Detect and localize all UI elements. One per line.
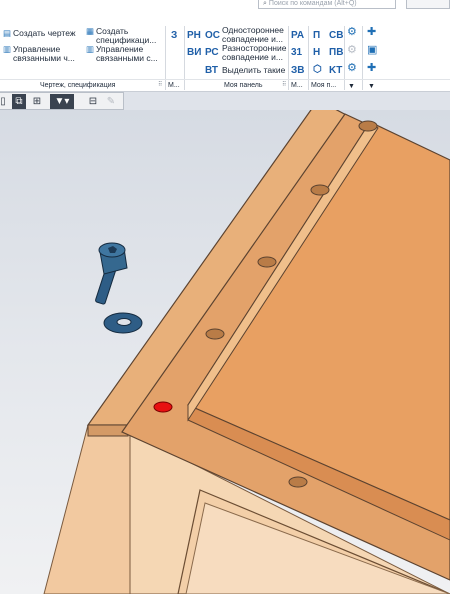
model-tree-toolbar: ▯ ⧉ ⊞ ▼▾ ⊟ ✎: [0, 92, 124, 110]
command-os-button[interactable]: ОС: [205, 30, 220, 41]
group-separator: [288, 26, 289, 90]
command-pv-button[interactable]: ПВ: [329, 47, 343, 58]
create-drawing-button[interactable]: ▤ Создать чертеж: [3, 29, 76, 38]
ribbon-group-bar: [0, 79, 450, 80]
spec-icon: ▦: [86, 26, 95, 36]
add-part-icon[interactable]: ✚: [367, 63, 376, 74]
create-drawing-label: Создать чертеж: [13, 28, 76, 38]
washer[interactable]: [103, 312, 143, 334]
two-sided-match-button[interactable]: Разносторонние совпадение и...: [222, 44, 286, 62]
group-expander-icon[interactable]: ⠿: [282, 81, 286, 88]
hole[interactable]: [205, 328, 225, 340]
tree-view-icon[interactable]: ▯: [0, 94, 10, 109]
group-separator: [344, 26, 345, 90]
group-label-my-panel: Моя панель: [224, 82, 263, 89]
manage-linked-label-2: связанными ч...: [13, 53, 75, 63]
group-label-m2: М...: [291, 82, 303, 89]
add-component-icon[interactable]: ✚: [367, 27, 376, 38]
command-zv-button[interactable]: ЗВ: [291, 65, 305, 76]
select-same-button[interactable]: Выделить такие: [222, 66, 285, 75]
command-kt-button[interactable]: KT: [329, 65, 342, 76]
command-z-button[interactable]: З: [171, 30, 177, 41]
disabled-assembly-icon: ⚙: [347, 44, 357, 56]
group-label-my-p: Моя п...: [311, 82, 337, 89]
command-p-button[interactable]: П: [313, 30, 320, 41]
3d-viewport[interactable]: [0, 110, 450, 594]
ribbon: ⌕ Поиск по командам (Alt+Q) ▤ Создать черт…: [0, 0, 450, 92]
insert-view-icon[interactable]: ▣: [367, 45, 377, 56]
command-vi-button[interactable]: ВИ: [187, 47, 201, 58]
drawing-icon: ▤: [3, 28, 12, 38]
one-sided-match-button[interactable]: Одностороннее совпадение и...: [222, 26, 284, 44]
manage-spec-label-2: связанными с...: [96, 53, 158, 63]
group-separator: [308, 26, 309, 90]
search-input[interactable]: Поиск по командам (Alt+Q): [269, 0, 357, 7]
command-pa-button[interactable]: PA: [291, 30, 304, 41]
highlighted-hole[interactable]: [153, 401, 173, 413]
command-31-button[interactable]: 31: [291, 47, 302, 58]
command-sv-button[interactable]: CB: [329, 30, 343, 41]
group-separator: [362, 26, 363, 90]
filter-tree-icon[interactable]: ⧉: [12, 94, 26, 109]
manage-linked-drawings-button[interactable]: ▥ Управление связанными ч...: [3, 45, 75, 63]
window-controls[interactable]: [406, 0, 450, 9]
group-separator: [165, 26, 166, 90]
hole[interactable]: [358, 120, 378, 132]
group-label-m1: М...: [168, 82, 180, 89]
cube-icon[interactable]: ⬡: [313, 64, 322, 75]
group-label-drawing-spec: Чертеж, спецификация: [40, 82, 116, 89]
assembly-settings-icon[interactable]: ⚙: [347, 27, 357, 38]
eraser-icon: ✎: [106, 96, 116, 107]
group-separator: [184, 26, 185, 90]
manage-linked-spec-button[interactable]: ▥ Управление связанными с...: [86, 45, 158, 63]
structure-icon[interactable]: ⊞: [30, 94, 44, 109]
two-sided-label-2: совпадение и...: [222, 52, 283, 62]
linked-drawings-icon: ▥: [3, 44, 12, 54]
command-vt-button[interactable]: ВТ: [205, 65, 218, 76]
group-expander-icon[interactable]: ⠿: [158, 81, 162, 88]
linked-spec-icon: ▥: [86, 44, 95, 54]
hole[interactable]: [288, 476, 308, 488]
component-icon[interactable]: ⚙: [347, 63, 357, 74]
create-spec-button[interactable]: ▦ Создать спецификаци...: [86, 27, 156, 45]
command-n-button[interactable]: H: [313, 47, 320, 58]
filter-icon[interactable]: ▼▾: [50, 94, 74, 109]
table-icon[interactable]: ⊟: [86, 94, 100, 109]
command-rs-button[interactable]: РС: [205, 47, 219, 58]
command-ph-button[interactable]: PH: [187, 30, 201, 41]
hole[interactable]: [310, 184, 330, 196]
dropdown-arrow-icon[interactable]: ▼: [348, 82, 355, 91]
dropdown-arrow-icon[interactable]: ▼: [368, 82, 375, 91]
search-icon: ⌕: [263, 0, 267, 7]
command-search[interactable]: ⌕ Поиск по командам (Alt+Q): [258, 0, 396, 9]
hole[interactable]: [257, 256, 277, 268]
